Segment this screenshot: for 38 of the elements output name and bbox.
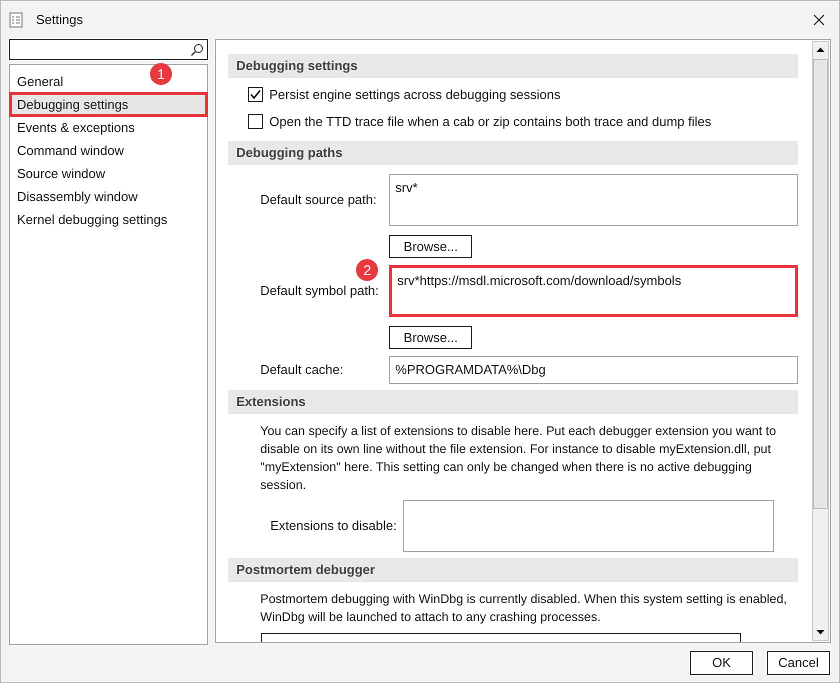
nav-item[interactable]: General xyxy=(10,70,68,93)
nav-item[interactable]: Debugging settings xyxy=(10,93,208,116)
extensions-field[interactable] xyxy=(403,500,774,552)
close-icon xyxy=(813,14,825,26)
checkmark-icon xyxy=(250,89,262,100)
settings-document-icon xyxy=(9,12,23,28)
cache-field[interactable]: %PROGRAMDATA%\Dbg xyxy=(389,356,798,384)
nav-item[interactable]: Events & exceptions xyxy=(10,116,139,139)
nav-item[interactable]: Command window xyxy=(10,139,128,162)
field-label: Extensions to disable: xyxy=(269,517,398,536)
path-field[interactable]: srv*https://msdl.microsoft.com/download/symbols xyxy=(389,265,798,317)
section-header: Postmortem debugger xyxy=(228,558,798,582)
checkbox-label: Open the TTD trace file when a cab or zip contains both trace and dump files xyxy=(269,112,712,131)
nav-item[interactable]: Kernel debugging settings xyxy=(10,208,172,231)
nav-item[interactable]: Disassembly window xyxy=(10,185,142,208)
nav-item[interactable]: Source window xyxy=(10,162,110,185)
search-field[interactable] xyxy=(9,39,208,60)
browse-button[interactable]: Browse... xyxy=(389,235,472,258)
callout-badge: 1 xyxy=(150,63,172,85)
scrollbar[interactable] xyxy=(812,41,829,641)
field-label: Default source path: xyxy=(259,191,378,210)
section-header: Debugging settings xyxy=(228,54,798,78)
description-text: Postmortem debugging with WinDbg is currently disabled. When this system setting is enabled, WinDbg will be launched to attach to any crashing processes. xyxy=(259,591,788,626)
checkbox-label: Persist engine settings across debugging sessions xyxy=(269,86,560,104)
callout-badge: 2 xyxy=(356,259,378,281)
description-text: You can specify a list of extensions to disable here. Put each debugger extension you want to disable on its own line without the file extension. For instance to disable myExtension.dll, put "myExtension" here. This setting can only be changed when there is no active debugging session. xyxy=(259,423,778,494)
section-header: Extensions xyxy=(228,390,798,414)
field-label: Default cache: xyxy=(259,361,344,380)
dialog-button[interactable]: OK xyxy=(690,651,753,675)
path-field[interactable]: srv* xyxy=(389,174,798,226)
section-header: Debugging paths xyxy=(228,141,798,165)
dialog-button[interactable]: Cancel xyxy=(767,651,830,675)
checkbox[interactable] xyxy=(248,87,264,102)
window-title: Settings xyxy=(36,11,83,30)
search-icon xyxy=(190,42,204,56)
browse-button[interactable]: Browse... xyxy=(389,326,472,350)
field-label: Default symbol path: xyxy=(259,282,380,300)
checkbox[interactable] xyxy=(248,114,264,129)
